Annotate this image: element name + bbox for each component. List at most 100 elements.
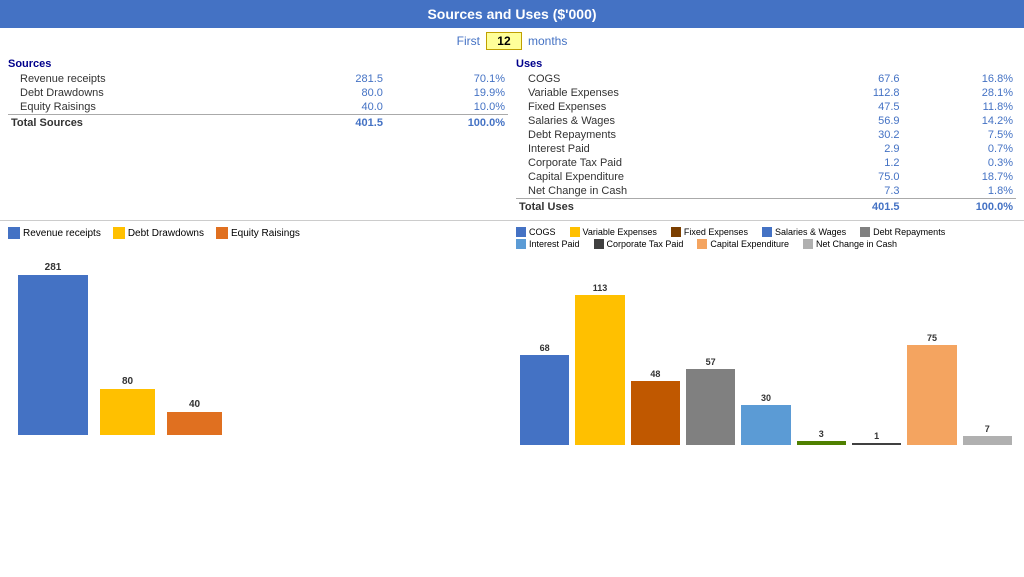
use-pct: 11.8%: [903, 100, 1016, 114]
bar-rect: [852, 443, 901, 445]
uses-row: Corporate Tax Paid 1.2 0.3%: [516, 156, 1016, 170]
source-pct: 70.1%: [386, 72, 508, 86]
use-pct: 0.7%: [903, 142, 1016, 156]
data-tables-area: Sources Revenue receipts 281.5 70.1% Deb…: [0, 54, 1024, 218]
use-value: 67.6: [815, 72, 903, 86]
legend-color-box: [762, 227, 772, 237]
bar-rect: [963, 436, 1012, 445]
bar-rect: [575, 295, 624, 445]
use-pct: 16.8%: [903, 72, 1016, 86]
right-legend-item: Corporate Tax Paid: [594, 239, 684, 249]
bar-group: 3: [797, 429, 846, 445]
months-row: First months: [0, 28, 1024, 54]
use-value: 7.3: [815, 184, 903, 199]
sources-title: Sources: [8, 58, 508, 70]
legend-color-box: [113, 227, 125, 239]
sources-row: Revenue receipts 281.5 70.1%: [8, 72, 508, 86]
right-chart: COGS Variable Expenses Fixed Expenses Sa…: [516, 227, 1016, 445]
bar-label: 40: [189, 399, 200, 410]
legend-color-box: [697, 239, 707, 249]
use-label: Variable Expenses: [516, 86, 815, 100]
legend-color-box: [516, 239, 526, 249]
uses-table: COGS 67.6 16.8% Variable Expenses 112.8 …: [516, 72, 1016, 214]
bar-group: 281: [18, 262, 88, 435]
uses-row: Capital Expenditure 75.0 18.7%: [516, 170, 1016, 184]
sources-total-pct: 100.0%: [386, 115, 508, 131]
uses-total-pct: 100.0%: [903, 199, 1016, 215]
left-legend-item: Revenue receipts: [8, 227, 101, 239]
bar-rect: [741, 405, 790, 445]
bar-group: 57: [686, 357, 735, 445]
uses-total-value: 401.5: [815, 199, 903, 215]
bar-label: 48: [650, 369, 660, 379]
bar-label: 113: [593, 283, 608, 293]
bar-label: 57: [706, 357, 716, 367]
bar-group: 75: [907, 333, 956, 445]
bar-label: 281: [45, 262, 62, 273]
use-label: Net Change in Cash: [516, 184, 815, 199]
first-label: First: [457, 34, 480, 48]
uses-row: COGS 67.6 16.8%: [516, 72, 1016, 86]
sources-total-value: 401.5: [291, 115, 385, 131]
source-value: 281.5: [291, 72, 385, 86]
legend-label: COGS: [529, 227, 556, 237]
uses-row: Net Change in Cash 7.3 1.8%: [516, 184, 1016, 199]
bar-group: 40: [167, 399, 222, 435]
use-label: Capital Expenditure: [516, 170, 815, 184]
source-label: Debt Drawdowns: [8, 86, 291, 100]
right-legend-item: Variable Expenses: [570, 227, 657, 237]
legend-label: Variable Expenses: [583, 227, 657, 237]
legend-label: Salaries & Wages: [775, 227, 846, 237]
bar-label: 1: [874, 431, 879, 441]
use-pct: 0.3%: [903, 156, 1016, 170]
uses-row: Variable Expenses 112.8 28.1%: [516, 86, 1016, 100]
bar-group: 1: [852, 431, 901, 445]
bar-label: 80: [122, 376, 133, 387]
right-legend-item: Debt Repayments: [860, 227, 945, 237]
charts-area: Revenue receipts Debt Drawdowns Equity R…: [0, 223, 1024, 449]
use-pct: 14.2%: [903, 114, 1016, 128]
use-label: Debt Repayments: [516, 128, 815, 142]
bar-label: 68: [540, 343, 550, 353]
uses-row: Salaries & Wages 56.9 14.2%: [516, 114, 1016, 128]
legend-color-box: [860, 227, 870, 237]
left-bar-chart: 281 80 40: [8, 245, 508, 435]
legend-label: Capital Expenditure: [710, 239, 789, 249]
right-bar-chart: 68 113 48 57 30 3 1 75 7: [516, 255, 1016, 445]
page-title: Sources and Uses ($'000): [0, 0, 1024, 28]
right-legend-item: Salaries & Wages: [762, 227, 846, 237]
bar-rect: [100, 389, 155, 435]
bar-label: 7: [985, 424, 990, 434]
uses-row: Fixed Expenses 47.5 11.8%: [516, 100, 1016, 114]
bar-rect: [167, 412, 222, 435]
source-value: 40.0: [291, 100, 385, 115]
uses-title: Uses: [516, 58, 1016, 70]
bar-label: 3: [819, 429, 824, 439]
bar-label: 30: [761, 393, 771, 403]
legend-color-box: [516, 227, 526, 237]
use-pct: 7.5%: [903, 128, 1016, 142]
use-value: 1.2: [815, 156, 903, 170]
source-label: Equity Raisings: [8, 100, 291, 115]
left-legend-item: Debt Drawdowns: [113, 227, 204, 239]
legend-label: Corporate Tax Paid: [607, 239, 684, 249]
legend-color-box: [671, 227, 681, 237]
use-pct: 28.1%: [903, 86, 1016, 100]
left-chart-legend: Revenue receipts Debt Drawdowns Equity R…: [8, 227, 508, 239]
right-legend-item: COGS: [516, 227, 556, 237]
legend-color-box: [594, 239, 604, 249]
months-input[interactable]: [486, 32, 522, 50]
uses-total-label: Total Uses: [516, 199, 815, 215]
use-label: Corporate Tax Paid: [516, 156, 815, 170]
bar-rect: [686, 369, 735, 445]
source-pct: 10.0%: [386, 100, 508, 115]
use-pct: 18.7%: [903, 170, 1016, 184]
bar-group: 7: [963, 424, 1012, 445]
legend-label: Revenue receipts: [23, 228, 101, 239]
source-value: 80.0: [291, 86, 385, 100]
sources-row: Equity Raisings 40.0 10.0%: [8, 100, 508, 115]
sources-table: Revenue receipts 281.5 70.1% Debt Drawdo…: [8, 72, 508, 130]
bar-group: 30: [741, 393, 790, 445]
source-label: Revenue receipts: [8, 72, 291, 86]
uses-row: Debt Repayments 30.2 7.5%: [516, 128, 1016, 142]
